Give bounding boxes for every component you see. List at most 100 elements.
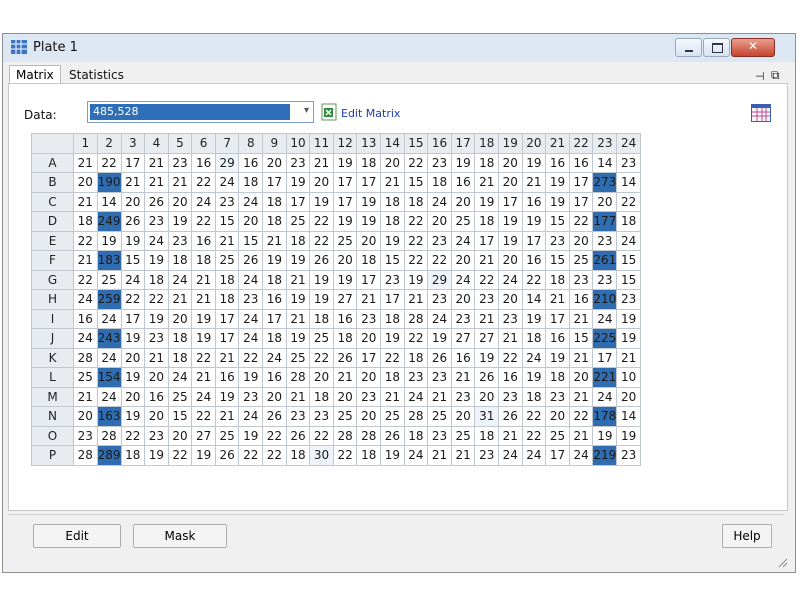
- well-cell[interactable]: 24: [73, 289, 98, 310]
- well-cell[interactable]: 21: [498, 328, 523, 349]
- well-cell[interactable]: 20: [545, 406, 570, 427]
- column-header[interactable]: 17: [450, 133, 476, 154]
- well-cell[interactable]: 21: [616, 347, 641, 368]
- well-cell[interactable]: 16: [521, 250, 547, 271]
- well-cell[interactable]: 22: [191, 347, 216, 368]
- well-cell[interactable]: 16: [262, 289, 287, 310]
- well-cell[interactable]: 25: [214, 425, 240, 446]
- well-cell[interactable]: 24: [214, 172, 240, 193]
- tab-statistics[interactable]: Statistics: [63, 66, 130, 84]
- well-cell[interactable]: 15: [568, 328, 594, 349]
- well-cell[interactable]: 22: [120, 289, 146, 310]
- well-cell[interactable]: 19: [545, 347, 570, 368]
- well-cell[interactable]: 21: [332, 367, 358, 388]
- well-cell[interactable]: 23: [592, 230, 618, 251]
- well-cell[interactable]: 23: [427, 367, 452, 388]
- well-cell[interactable]: 19: [120, 367, 146, 388]
- well-cell[interactable]: 18: [380, 308, 405, 329]
- well-cell[interactable]: 27: [450, 328, 476, 349]
- well-cell[interactable]: 15: [403, 172, 429, 193]
- well-cell[interactable]: 17: [568, 172, 594, 193]
- well-cell[interactable]: 25: [332, 406, 358, 427]
- well-cell[interactable]: 19: [120, 406, 146, 427]
- well-cell[interactable]: 24: [498, 269, 523, 290]
- well-cell[interactable]: 17: [214, 308, 240, 329]
- well-cell[interactable]: 28: [73, 445, 98, 466]
- row-header[interactable]: I: [31, 308, 74, 329]
- well-cell[interactable]: 21: [73, 191, 98, 212]
- row-header[interactable]: B: [31, 172, 74, 193]
- edit-button[interactable]: Edit: [33, 524, 121, 548]
- well-cell[interactable]: 14: [96, 191, 122, 212]
- well-cell[interactable]: 210: [592, 289, 618, 310]
- well-cell[interactable]: 23: [450, 308, 476, 329]
- well-cell[interactable]: 249: [96, 211, 122, 232]
- well-cell[interactable]: 18: [262, 191, 287, 212]
- well-cell[interactable]: 22: [521, 406, 547, 427]
- well-cell[interactable]: 21: [73, 386, 98, 407]
- well-cell[interactable]: 16: [262, 367, 287, 388]
- well-cell[interactable]: 28: [332, 425, 358, 446]
- row-header[interactable]: O: [31, 425, 74, 446]
- well-cell[interactable]: 14: [521, 289, 547, 310]
- well-cell[interactable]: 20: [498, 250, 523, 271]
- well-cell[interactable]: 21: [568, 386, 594, 407]
- well-cell[interactable]: 21: [191, 269, 216, 290]
- well-cell[interactable]: 22: [144, 289, 169, 310]
- well-cell[interactable]: 14: [616, 406, 641, 427]
- well-cell[interactable]: 23: [616, 445, 641, 466]
- well-cell[interactable]: 26: [309, 250, 334, 271]
- well-cell[interactable]: 22: [191, 211, 216, 232]
- well-cell[interactable]: 17: [214, 328, 240, 349]
- well-cell[interactable]: 20: [238, 211, 264, 232]
- well-cell[interactable]: 19: [167, 211, 193, 232]
- well-cell[interactable]: 26: [144, 191, 169, 212]
- well-cell[interactable]: 24: [238, 191, 264, 212]
- well-cell[interactable]: 23: [356, 386, 382, 407]
- well-cell[interactable]: 15: [616, 269, 641, 290]
- well-cell[interactable]: 21: [214, 347, 240, 368]
- well-cell[interactable]: 18: [403, 347, 429, 368]
- well-cell[interactable]: 18: [262, 211, 287, 232]
- column-header[interactable]: 4: [144, 133, 169, 154]
- well-cell[interactable]: 23: [545, 386, 570, 407]
- well-cell[interactable]: 19: [450, 152, 476, 173]
- well-cell[interactable]: 24: [73, 328, 98, 349]
- well-cell[interactable]: 21: [450, 367, 476, 388]
- well-cell[interactable]: 17: [262, 308, 287, 329]
- well-cell[interactable]: 22: [238, 445, 264, 466]
- well-cell[interactable]: 20: [262, 152, 287, 173]
- well-cell[interactable]: 22: [262, 445, 287, 466]
- plate-grid-icon[interactable]: [750, 103, 772, 123]
- well-cell[interactable]: 17: [332, 172, 358, 193]
- well-cell[interactable]: 23: [73, 425, 98, 446]
- excel-icon[interactable]: [321, 103, 337, 121]
- well-cell[interactable]: 18: [332, 328, 358, 349]
- well-cell[interactable]: 20: [167, 308, 193, 329]
- well-cell[interactable]: 23: [427, 425, 452, 446]
- well-cell[interactable]: 24: [427, 191, 452, 212]
- row-header[interactable]: G: [31, 269, 74, 290]
- well-cell[interactable]: 17: [568, 191, 594, 212]
- well-cell[interactable]: 26: [332, 347, 358, 368]
- well-cell[interactable]: 18: [214, 289, 240, 310]
- well-cell[interactable]: 21: [380, 172, 405, 193]
- well-cell[interactable]: 24: [427, 308, 452, 329]
- row-header[interactable]: J: [31, 328, 74, 349]
- well-cell[interactable]: 24: [96, 386, 122, 407]
- well-cell[interactable]: 22: [403, 211, 429, 232]
- well-cell[interactable]: 16: [450, 347, 476, 368]
- column-header[interactable]: 20: [521, 133, 547, 154]
- well-cell[interactable]: 21: [214, 406, 240, 427]
- well-cell[interactable]: 18: [427, 172, 452, 193]
- well-cell[interactable]: 22: [167, 445, 193, 466]
- well-cell[interactable]: 30: [309, 445, 334, 466]
- pin-icon[interactable]: ⊣: [755, 70, 765, 83]
- well-cell[interactable]: 25: [380, 406, 405, 427]
- well-cell[interactable]: 22: [309, 230, 334, 251]
- well-cell[interactable]: 19: [521, 211, 547, 232]
- well-cell[interactable]: 25: [545, 425, 570, 446]
- well-cell[interactable]: 20: [568, 230, 594, 251]
- well-cell[interactable]: 18: [521, 386, 547, 407]
- well-cell[interactable]: 28: [73, 347, 98, 368]
